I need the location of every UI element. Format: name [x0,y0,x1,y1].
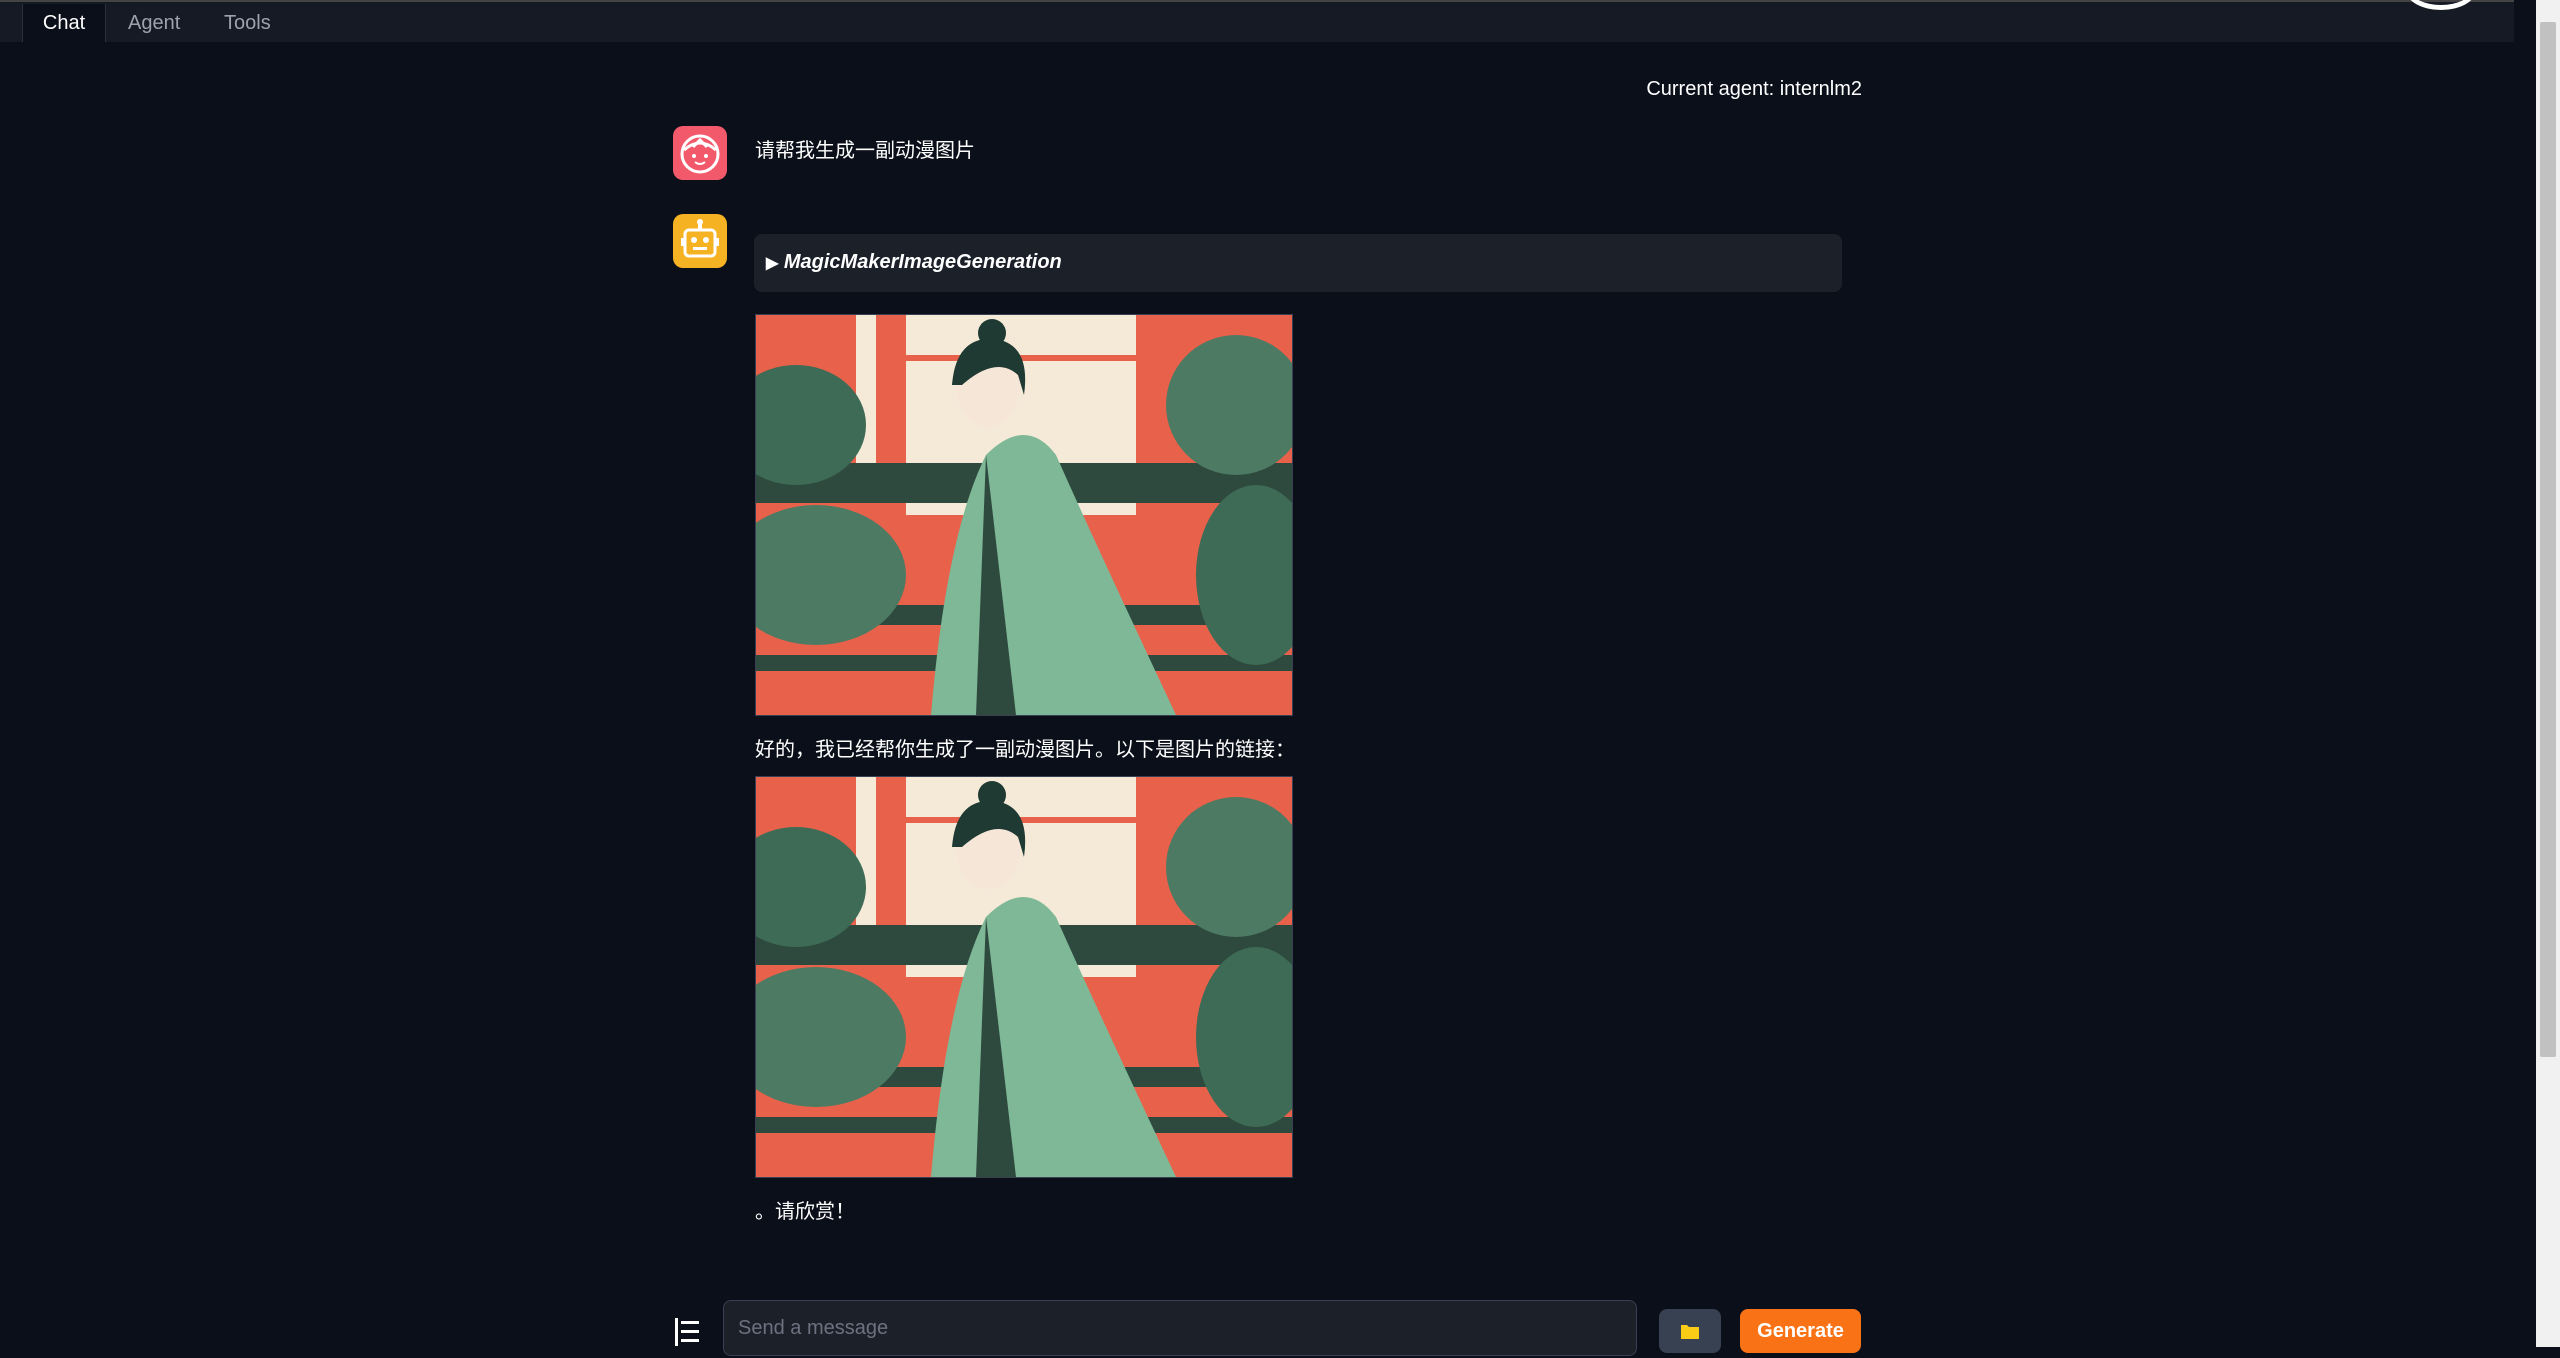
tool-call-title[interactable]: ▶ MagicMakerImageGeneration [766,251,1062,274]
top-tab-bar: Chat Agent Tools [0,0,2514,42]
robot-avatar-icon [673,214,727,268]
upload-button[interactable] [1659,1309,1721,1353]
current-agent-label: Current agent: internlm2 [1646,78,1862,100]
generated-image[interactable] [755,314,1293,716]
generate-button[interactable]: Generate [1740,1309,1861,1353]
triangle-expand-icon: ▶ [766,255,779,272]
tab-chat[interactable]: Chat [22,4,106,42]
scrollbar-thumb[interactable] [2540,22,2556,1057]
folder-icon [1681,1325,1699,1339]
user-message-text: 请帮我生成一副动漫图片 [755,140,975,162]
message-input-box[interactable] [723,1300,1637,1356]
bot-reply-text: 好的，我已经帮你生成了一副动漫图片。以下是图片的链接： [755,739,1295,761]
tab-tools[interactable]: Tools [224,4,271,42]
tool-call-panel[interactable]: ▶ MagicMakerImageGeneration [754,234,1842,292]
bot-closing-text: 。请欣赏！ [755,1201,855,1223]
user-avatar-icon [673,126,727,180]
generated-image-link[interactable] [755,776,1293,1178]
scrollbar[interactable] [2536,0,2560,1347]
tool-name: MagicMakerImageGeneration [783,251,1062,273]
menu-icon[interactable] [673,1316,701,1346]
tab-agent[interactable]: Agent [128,4,180,42]
